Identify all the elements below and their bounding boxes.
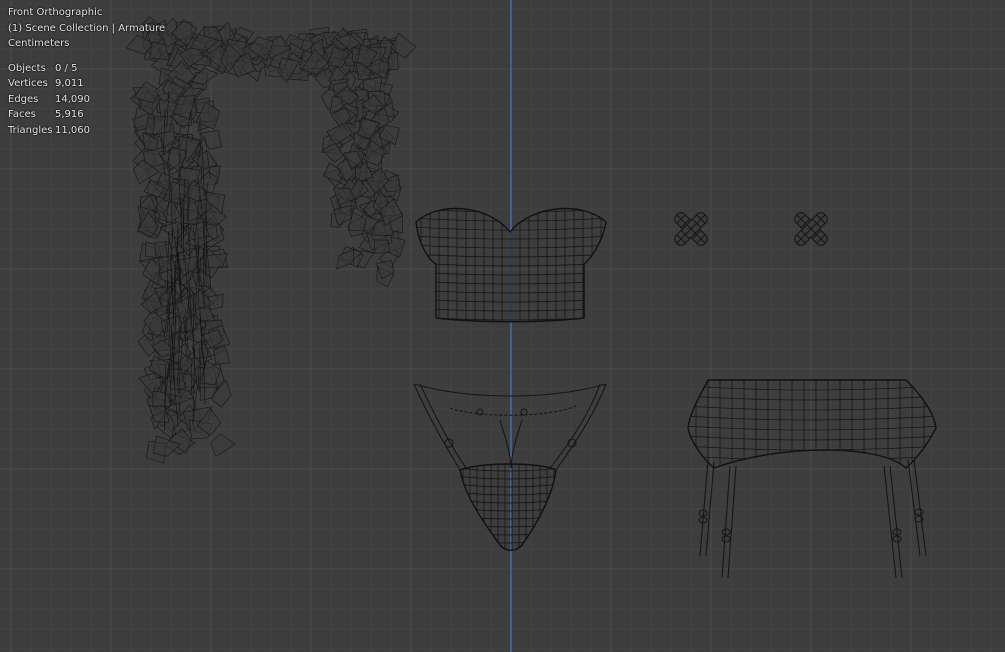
scene-statistics: Objects 0 / 5 Vertices 9,011 Edges 14,09… (8, 61, 165, 139)
stat-value: 0 / 5 (55, 62, 78, 74)
stat-vertices: Vertices 9,011 (8, 76, 165, 92)
stat-objects: Objects 0 / 5 (8, 61, 165, 77)
stat-value: 14,090 (55, 93, 90, 105)
collection-label: (1) Scene Collection | Armature (8, 22, 166, 34)
stat-label: Faces (8, 109, 36, 120)
stat-label: Triangles (8, 124, 53, 136)
3d-viewport[interactable]: Front Orthographic (1) Scene Collection … (0, 0, 1005, 652)
stat-faces: Faces 5,916 (8, 107, 165, 123)
units-label: Centimeters (8, 38, 70, 49)
stat-triangles: Triangles 11,060 (8, 123, 165, 139)
viewport-info-overlay: Front Orthographic (1) Scene Collection … (8, 5, 165, 138)
stat-label: Vertices (8, 78, 48, 89)
stat-value: 5,916 (55, 109, 84, 120)
stat-edges: Edges 14,090 (8, 92, 165, 108)
stat-value: 9,011 (55, 78, 84, 89)
view-name-label: Front Orthographic (8, 7, 103, 18)
stat-value: 11,060 (55, 124, 90, 136)
stat-label: Objects (8, 62, 46, 74)
stat-label: Edges (8, 93, 39, 105)
